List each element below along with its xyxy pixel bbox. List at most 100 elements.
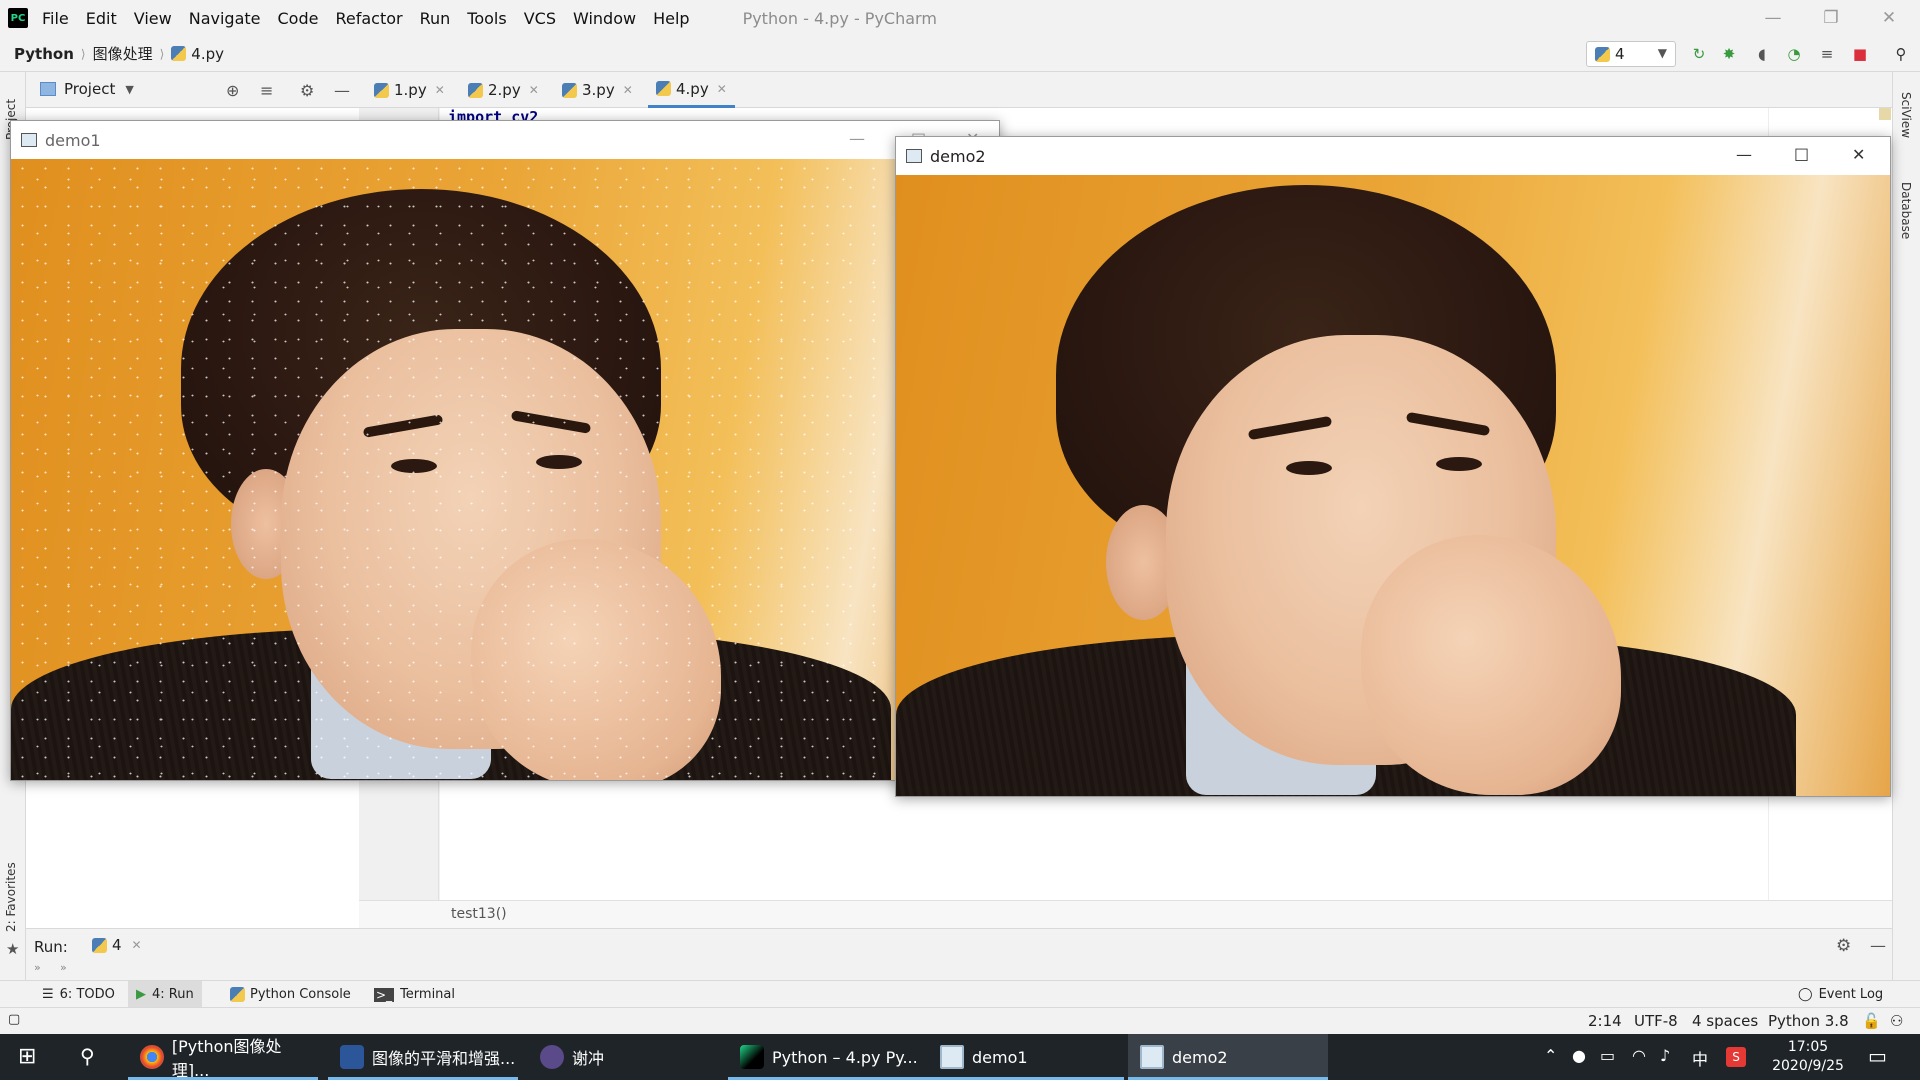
breadcrumb-folder[interactable]: 图像处理 — [93, 43, 153, 64]
collapse-all-icon[interactable]: ≡ — [260, 81, 273, 100]
menu-navigate[interactable]: Navigate — [189, 9, 261, 28]
close-icon[interactable]: ✕ — [435, 83, 445, 97]
minimize-icon[interactable]: — — [1736, 145, 1752, 164]
volume-icon[interactable]: ♪ — [1660, 1046, 1670, 1065]
battery-icon[interactable]: ▭ — [1600, 1046, 1615, 1065]
tab-3py[interactable]: 3.py ✕ — [554, 72, 641, 108]
menu-help[interactable]: Help — [653, 9, 689, 28]
menu-tools[interactable]: Tools — [467, 9, 506, 28]
taskbar-item-demo2[interactable]: demo2 — [1128, 1034, 1328, 1080]
chevron-right-icon: ⟩ — [159, 46, 165, 61]
window-titlebar[interactable]: demo1 — □ ✕ — [11, 121, 999, 159]
image-window-demo2[interactable]: demo2 — □ ✕ — [895, 136, 1891, 797]
menu-run[interactable]: Run — [420, 9, 451, 28]
word-icon — [340, 1045, 364, 1069]
ime-indicator[interactable]: 中 — [1692, 1046, 1708, 1070]
inspection-marker[interactable] — [1879, 108, 1891, 120]
profile-icon[interactable]: ◔ — [1783, 44, 1805, 64]
menu-refactor[interactable]: Refactor — [335, 9, 402, 28]
close-icon[interactable]: ✕ — [717, 82, 727, 96]
taskbar-item-word[interactable]: 图像的平滑和增强... — [328, 1034, 518, 1080]
chevron-up-icon[interactable]: ⌃ — [1544, 1046, 1557, 1065]
menu-code[interactable]: Code — [278, 9, 319, 28]
expand-icon[interactable]: » — [60, 961, 67, 974]
stop-icon[interactable]: ■ — [1849, 44, 1871, 64]
run-panel: Run: 4 ✕ ⚙ — » » — [26, 928, 1892, 980]
window-titlebar[interactable]: demo2 — □ ✕ — [896, 137, 1890, 175]
qq-icon[interactable]: ● — [1572, 1046, 1586, 1065]
run-concurrency-icon[interactable]: ≡ — [1816, 44, 1838, 64]
gear-icon[interactable]: ⚙ — [300, 81, 314, 100]
project-view-select[interactable]: Project ▼ — [40, 80, 134, 98]
tab-label: 3.py — [582, 81, 615, 99]
hide-panel-icon[interactable]: — — [334, 81, 350, 100]
lock-icon[interactable]: 🔓 — [1862, 1012, 1881, 1030]
rerun-icon[interactable]: ↻ — [1688, 44, 1710, 64]
terminal-tool-button[interactable]: >_ Terminal — [366, 981, 463, 1008]
folder-icon — [40, 82, 56, 96]
tab-2py[interactable]: 2.py ✕ — [460, 72, 547, 108]
taskbar-item-label: demo2 — [1172, 1047, 1228, 1067]
run-tab[interactable]: 4 ✕ — [92, 936, 142, 954]
chevron-down-icon: ▼ — [1657, 46, 1667, 60]
run-tool-button[interactable]: ▶ 4: Run — [128, 981, 202, 1008]
notification-icon[interactable]: ▭ — [1868, 1044, 1887, 1068]
function-breadcrumb[interactable]: test13() — [451, 906, 507, 922]
taskbar-item-contact[interactable]: 谢冲 — [528, 1034, 718, 1080]
menu-vcs[interactable]: VCS — [524, 9, 556, 28]
maximize-icon[interactable]: □ — [1794, 144, 1809, 163]
chevron-down-icon: ▼ — [125, 82, 134, 96]
taskbar-item-chrome[interactable]: [Python图像处理]... — [128, 1034, 318, 1080]
interpreter[interactable]: Python 3.8 — [1768, 1012, 1849, 1030]
hide-panel-icon[interactable]: — — [1870, 936, 1886, 955]
wifi-icon[interactable]: ◠ — [1632, 1046, 1646, 1065]
toggle-tool-windows-icon[interactable]: ▢ — [8, 1012, 20, 1027]
clock-time: 17:05 — [1787, 1039, 1829, 1055]
close-icon[interactable]: ✕ — [1860, 0, 1918, 36]
run-config-select[interactable]: 4 ▼ — [1586, 41, 1676, 67]
coverage-icon[interactable]: ◖ — [1751, 44, 1773, 64]
breadcrumb-file[interactable]: 4.py — [191, 45, 224, 63]
expand-icon[interactable]: » — [34, 961, 41, 974]
clock[interactable]: 17:05 2020/9/25 — [1768, 1038, 1848, 1076]
close-icon[interactable]: ✕ — [1852, 145, 1865, 164]
gear-icon[interactable]: ⚙ — [1836, 936, 1851, 956]
restore-icon[interactable]: ❐ — [1802, 0, 1860, 36]
breadcrumb-project[interactable]: Python — [14, 45, 74, 63]
close-icon[interactable]: ✕ — [132, 938, 142, 952]
caret-position[interactable]: 2:14 — [1588, 1012, 1622, 1030]
minimize-icon[interactable]: — — [1744, 0, 1802, 36]
windows-start-icon[interactable]: ⊞ — [18, 1044, 36, 1069]
file-encoding[interactable]: UTF-8 — [1634, 1012, 1678, 1030]
run-tool-label: 4: Run — [152, 987, 194, 1002]
sciview-stripe-label[interactable]: SciView — [1899, 92, 1913, 138]
menu-window[interactable]: Window — [573, 9, 636, 28]
minimize-icon[interactable]: — — [849, 129, 865, 148]
indent-setting[interactable]: 4 spaces — [1692, 1012, 1758, 1030]
locate-icon[interactable]: ⊕ — [226, 81, 239, 100]
project-view-label: Project — [64, 80, 116, 98]
search-icon[interactable]: ⚲ — [80, 1044, 95, 1068]
taskbar-item-demo1[interactable]: demo1 — [928, 1034, 1124, 1080]
menu-edit[interactable]: Edit — [86, 9, 117, 28]
taskbar-item-pycharm[interactable]: Python – 4.py Py... — [728, 1034, 928, 1080]
tab-1py[interactable]: 1.py ✕ — [366, 72, 453, 108]
debug-icon[interactable]: ✸ — [1718, 44, 1740, 64]
menu-file[interactable]: File — [42, 9, 69, 28]
close-icon[interactable]: ✕ — [529, 83, 539, 97]
right-tool-stripe: SciView Database — [1892, 72, 1920, 1007]
close-icon[interactable]: ✕ — [623, 83, 633, 97]
taskbar-item-label: 图像的平滑和增强... — [372, 1049, 516, 1068]
database-stripe-label[interactable]: Database — [1899, 182, 1913, 239]
search-icon[interactable]: ⚲ — [1890, 44, 1912, 64]
python-console-tool-button[interactable]: Python Console — [222, 981, 359, 1008]
sogou-input-icon[interactable]: S — [1726, 1047, 1746, 1067]
memory-indicator-icon[interactable]: ⚇ — [1890, 1012, 1903, 1030]
star-icon[interactable]: ★ — [6, 940, 19, 958]
todo-tool-button[interactable]: ☰ 6: TODO — [34, 981, 123, 1008]
event-log-tool-button[interactable]: ◯ Event Log — [1790, 981, 1891, 1008]
image-window-demo1[interactable]: demo1 — □ ✕ — [10, 120, 1000, 781]
tab-4py[interactable]: 4.py ✕ — [648, 72, 735, 108]
favorites-stripe-label[interactable]: 2: Favorites — [4, 862, 18, 932]
menu-view[interactable]: View — [134, 9, 172, 28]
